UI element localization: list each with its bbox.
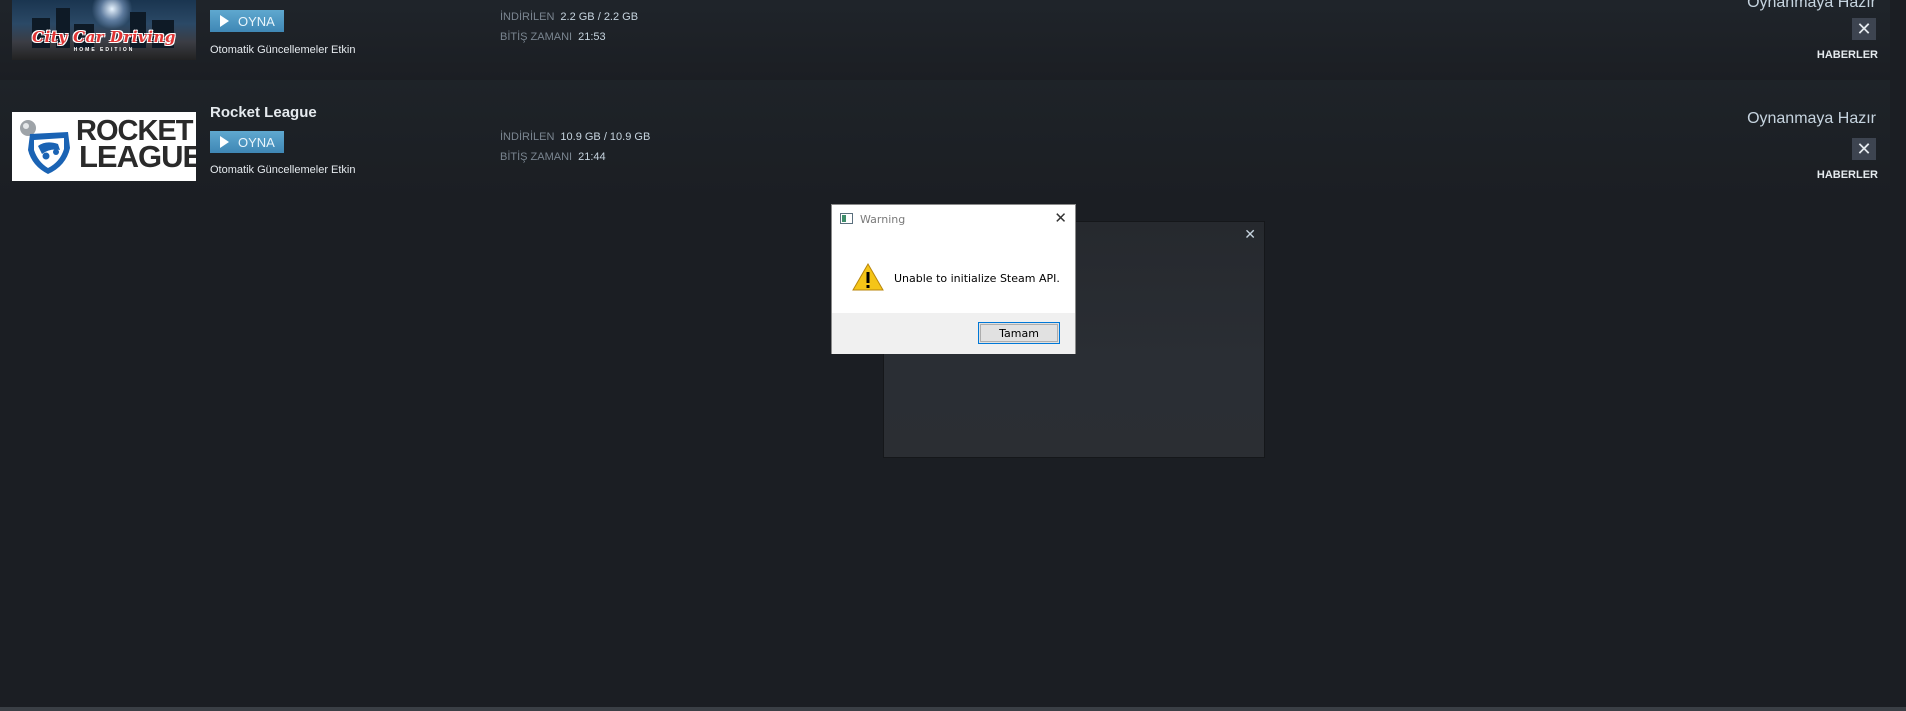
game-status: Oynanmaya Hazır [1747, 0, 1876, 11]
play-button-city-car-driving[interactable]: OYNA [210, 10, 284, 32]
play-button-label: OYNA [238, 13, 275, 29]
bottom-bar [0, 707, 1906, 711]
remove-download-button[interactable]: ✕ [1852, 138, 1876, 160]
dialog-body: Unable to initialize Steam API. [832, 233, 1075, 317]
close-icon[interactable]: ✕ [1244, 226, 1256, 243]
game-thumbnail-rocket-league[interactable]: ROCKET LEAGUE [12, 112, 196, 181]
downloaded-info: İNDİRİLEN 2.2 GB / 2.2 GB [500, 11, 638, 23]
play-icon [220, 15, 229, 27]
rocket-league-logo-text: ROCKET LEAGUE [76, 117, 196, 174]
finish-time-value: 21:44 [578, 151, 606, 163]
game-thumbnail-city-car-driving[interactable]: City Car Driving HOME EDITION [12, 0, 196, 60]
downloaded-value: 10.9 GB / 10.9 GB [560, 131, 651, 143]
finish-time-value: 21:53 [578, 31, 606, 43]
rocket-league-shield-icon [20, 120, 70, 174]
app-icon [840, 213, 853, 224]
thumbnail-sky [92, 0, 132, 30]
dialog-message: Unable to initialize Steam API. [894, 272, 1060, 285]
finish-time-info: BİTİŞ ZAMANI 21:53 [500, 31, 606, 43]
auto-updates-status: Otomatik Güncellemeler Etkin [210, 44, 356, 56]
dialog-title: Warning [860, 213, 906, 226]
warning-icon [852, 262, 884, 291]
game-status: Oynanmaya Hazır [1747, 110, 1876, 127]
thumbnail-subtext: HOME EDITION [73, 47, 135, 53]
play-button-label: OYNA [238, 134, 275, 150]
dialog-footer: Tamam [832, 313, 1075, 354]
game-title[interactable]: Rocket League [210, 104, 317, 121]
ok-button[interactable]: Tamam [978, 322, 1060, 344]
warning-dialog: Warning ✕ Unable to initialize Steam API… [831, 204, 1076, 354]
finish-time-info: BİTİŞ ZAMANI 21:44 [500, 151, 606, 163]
remove-download-button[interactable]: ✕ [1852, 18, 1876, 40]
auto-updates-status: Otomatik Güncellemeler Etkin [210, 164, 356, 176]
news-link[interactable]: HABERLER [1817, 49, 1878, 61]
play-icon [220, 136, 229, 148]
scrollbar-track[interactable] [1890, 0, 1906, 711]
finish-time-label: BİTİŞ ZAMANI [500, 151, 573, 163]
close-icon: ✕ [1856, 138, 1872, 159]
play-button-rocket-league[interactable]: OYNA [210, 131, 284, 153]
downloaded-label: İNDİRİLEN [500, 11, 555, 23]
downloaded-label: İNDİRİLEN [500, 131, 555, 143]
thumbnail-logo-text: City Car Driving [32, 28, 176, 46]
logo-line-2: LEAGUE [79, 139, 196, 174]
close-icon[interactable]: ✕ [1054, 209, 1067, 227]
finish-time-label: BİTİŞ ZAMANI [500, 31, 573, 43]
downloaded-value: 2.2 GB / 2.2 GB [560, 11, 639, 23]
downloaded-info: İNDİRİLEN 10.9 GB / 10.9 GB [500, 131, 650, 143]
news-link[interactable]: HABERLER [1817, 169, 1878, 181]
close-icon: ✕ [1856, 18, 1872, 39]
dialog-titlebar[interactable]: Warning ✕ [832, 205, 1075, 233]
